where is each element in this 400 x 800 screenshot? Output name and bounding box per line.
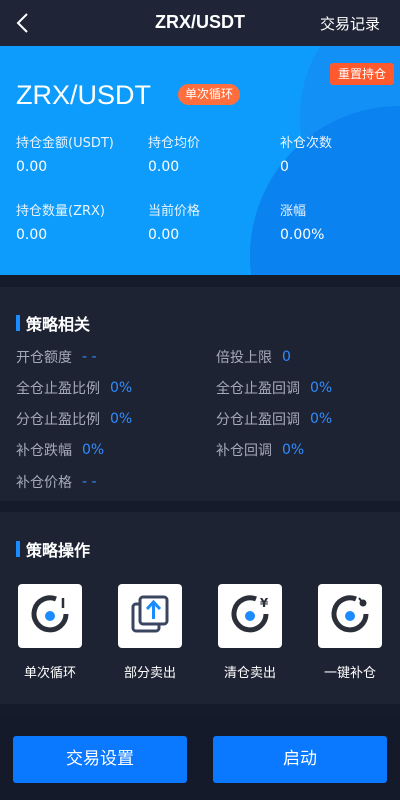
one-click-add-icon bbox=[328, 592, 372, 640]
stat-value: 0.00 bbox=[16, 159, 48, 175]
stat-current-price: 当前价格 0.00 bbox=[148, 200, 200, 243]
item-value: 0% bbox=[282, 442, 305, 458]
item-value: 0% bbox=[310, 380, 333, 396]
item-label: 分仓止盈比例 bbox=[16, 412, 100, 428]
stat-value: 0.00 bbox=[148, 227, 180, 243]
trading-pair-name: ZRX/USDT bbox=[16, 80, 151, 110]
item-label: 分仓止盈回调 bbox=[216, 412, 300, 428]
svg-text:¥: ¥ bbox=[260, 596, 269, 610]
op-one-click-add[interactable]: 一键补仓 bbox=[317, 584, 383, 681]
section-title-text: 策略操作 bbox=[26, 541, 91, 560]
stat-position-quantity: 持仓数量(ZRX) 0.00 bbox=[16, 200, 105, 243]
op-icon-box[interactable] bbox=[318, 584, 382, 648]
operations-section-title: 策略操作 bbox=[16, 537, 90, 561]
bottom-action-bar: 交易设置 启动 bbox=[0, 717, 400, 800]
strategy-section-title: 策略相关 bbox=[16, 311, 90, 335]
position-summary-card: 重置持仓 ZRX/USDT 单次循环 持仓金额(USDT) 0.00 持仓均价 … bbox=[0, 46, 400, 275]
strategy-item-open-amount: 开仓额度 - - bbox=[16, 347, 97, 367]
item-label: 全仓止盈回调 bbox=[216, 381, 300, 397]
section-title-text: 策略相关 bbox=[26, 315, 91, 334]
op-label: 清仓卖出 bbox=[223, 666, 276, 681]
reset-position-button[interactable]: 重置持仓 bbox=[329, 63, 394, 85]
trade-settings-button[interactable]: 交易设置 bbox=[13, 736, 187, 783]
stat-average-price: 持仓均价 0.00 bbox=[148, 132, 200, 175]
stat-add-count: 补仓次数 0 bbox=[280, 132, 332, 175]
op-partial-sell[interactable]: 部分卖出 bbox=[117, 584, 183, 681]
stat-value: 0.00 bbox=[16, 227, 48, 243]
strategy-panel: 策略相关 开仓额度 - - 倍投上限 0 全仓止盈比例 0% 全仓止盈回调 0%… bbox=[0, 287, 400, 501]
op-icon-box[interactable] bbox=[118, 584, 182, 648]
strategy-item-full-take-profit-pullback: 全仓止盈回调 0% bbox=[216, 378, 332, 398]
strategy-item-multiplier-limit: 倍投上限 0 bbox=[216, 347, 291, 367]
op-label: 部分卖出 bbox=[123, 666, 176, 681]
item-value: 0% bbox=[110, 380, 133, 396]
stat-label: 补仓次数 bbox=[280, 136, 333, 151]
op-icon-box[interactable] bbox=[18, 584, 82, 648]
stat-label: 持仓数量(ZRX) bbox=[16, 204, 105, 219]
section-accent-bar bbox=[16, 315, 20, 331]
item-label: 补仓回调 bbox=[216, 443, 272, 459]
strategy-item-split-take-profit-ratio: 分仓止盈比例 0% bbox=[16, 409, 132, 429]
item-label: 补仓跌幅 bbox=[16, 443, 72, 459]
partial-sell-icon bbox=[128, 592, 172, 640]
op-label: 单次循环 bbox=[23, 666, 76, 681]
stat-label: 持仓均价 bbox=[148, 136, 201, 151]
item-value: - - bbox=[82, 474, 97, 490]
op-label: 一键补仓 bbox=[323, 666, 376, 681]
item-value: 0% bbox=[82, 442, 105, 458]
stat-change-rate: 涨幅 0.00% bbox=[280, 200, 324, 243]
stat-label: 涨幅 bbox=[280, 204, 307, 219]
mode-badge: 单次循环 bbox=[178, 84, 241, 105]
section-accent-bar bbox=[16, 541, 20, 557]
stat-label: 当前价格 bbox=[148, 204, 201, 219]
op-single-cycle[interactable]: 单次循环 bbox=[17, 584, 83, 681]
strategy-item-full-take-profit-ratio: 全仓止盈比例 0% bbox=[16, 378, 132, 398]
single-cycle-icon bbox=[28, 592, 72, 640]
operations-panel: 策略操作 单次循环 部分卖出 ¥ 清仓卖出 一键补仓 bbox=[0, 512, 400, 704]
item-value: 0 bbox=[282, 349, 291, 365]
stat-value: 0 bbox=[280, 159, 289, 175]
start-button[interactable]: 启动 bbox=[213, 736, 387, 783]
op-clear-sell[interactable]: ¥ 清仓卖出 bbox=[217, 584, 283, 681]
stat-value: 0.00 bbox=[148, 159, 180, 175]
clear-sell-icon: ¥ bbox=[228, 592, 272, 640]
stat-label: 持仓金额(USDT) bbox=[16, 136, 114, 151]
stat-position-amount: 持仓金额(USDT) 0.00 bbox=[16, 132, 114, 175]
item-value: - - bbox=[82, 349, 97, 365]
stat-value: 0.00% bbox=[280, 227, 325, 243]
strategy-item-add-drop: 补仓跌幅 0% bbox=[16, 440, 104, 460]
item-label: 全仓止盈比例 bbox=[16, 381, 100, 397]
strategy-item-add-price: 补仓价格 - - bbox=[16, 472, 97, 492]
item-value: 0% bbox=[310, 411, 333, 427]
item-label: 开仓额度 bbox=[16, 350, 72, 366]
strategy-item-split-take-profit-pullback: 分仓止盈回调 0% bbox=[216, 409, 332, 429]
op-icon-box[interactable]: ¥ bbox=[218, 584, 282, 648]
item-value: 0% bbox=[110, 411, 133, 427]
top-nav-bar: ZRX/USDT 交易记录 bbox=[0, 0, 400, 46]
item-label: 倍投上限 bbox=[216, 350, 272, 366]
strategy-item-add-pullback: 补仓回调 0% bbox=[216, 440, 304, 460]
item-label: 补仓价格 bbox=[16, 475, 72, 491]
trade-history-link[interactable]: 交易记录 bbox=[320, 13, 380, 34]
